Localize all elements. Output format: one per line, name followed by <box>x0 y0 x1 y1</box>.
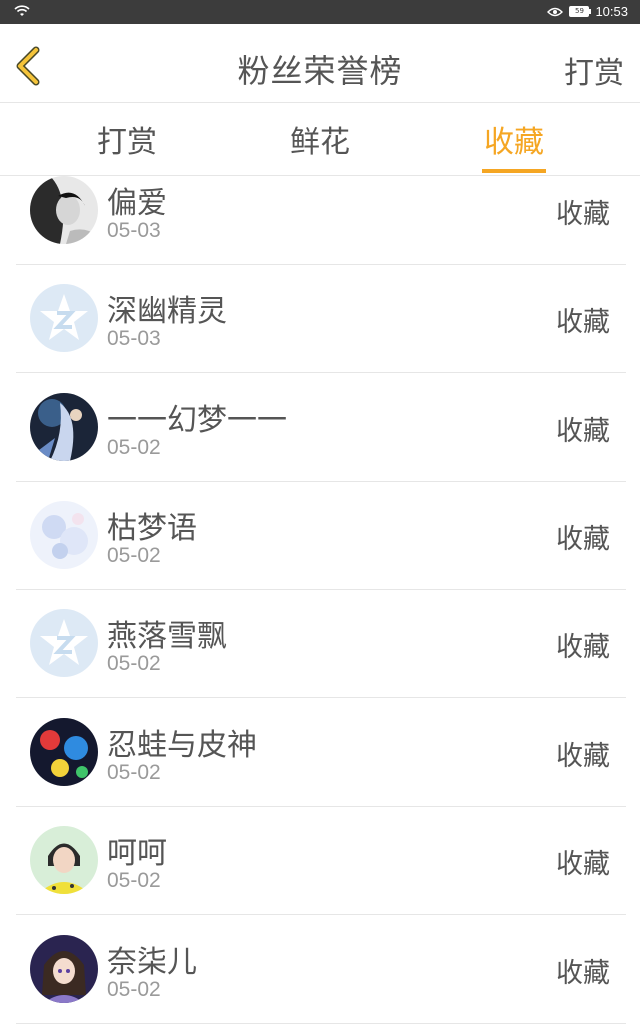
tab-label: 收藏 <box>484 125 544 160</box>
tab-label: 打赏 <box>97 125 157 160</box>
favorite-label: 收藏 <box>556 632 610 663</box>
favorite-label: 收藏 <box>556 416 610 447</box>
favorite-label: 收藏 <box>556 199 610 230</box>
fan-name: 燕落雪飘 <box>107 619 227 654</box>
fan-name: 奈柒儿 <box>107 945 197 980</box>
fan-date: 05-02 <box>107 869 161 892</box>
list-item[interactable]: 燕落雪飘 05-02 收藏 <box>16 589 626 698</box>
favorite-label: 收藏 <box>556 741 610 772</box>
tab-label: 鲜花 <box>290 125 350 160</box>
fan-date: 05-02 <box>107 436 161 459</box>
status-bar: 59 10:53 <box>0 0 640 24</box>
list-item[interactable]: 呵呵 05-02 收藏 <box>16 806 626 915</box>
favorite-label: 收藏 <box>556 849 610 880</box>
fan-date: 05-02 <box>107 761 161 784</box>
list-item[interactable]: 一一幻梦一一 05-02 收藏 <box>16 373 626 482</box>
favorite-label: 收藏 <box>556 524 610 555</box>
list-item[interactable]: 深幽精灵 05-03 收藏 <box>16 264 626 373</box>
avatar[interactable] <box>30 176 98 244</box>
tab-reward[interactable]: 打赏 <box>47 117 207 161</box>
tab-flowers[interactable]: 鲜花 <box>240 117 400 161</box>
avatar[interactable] <box>30 935 98 1003</box>
favorite-label: 收藏 <box>556 958 610 989</box>
fan-date: 05-02 <box>107 978 161 1001</box>
avatar[interactable] <box>30 718 98 786</box>
status-time: 10:53 <box>595 4 628 19</box>
tab-favorites[interactable]: 收藏 <box>434 117 594 173</box>
eye-icon <box>547 7 564 16</box>
avatar[interactable] <box>30 826 98 894</box>
fan-date: 05-02 <box>107 544 161 567</box>
avatar[interactable] <box>30 609 98 677</box>
reward-button[interactable]: 打赏 <box>564 48 624 92</box>
avatar[interactable] <box>30 393 98 461</box>
avatar[interactable] <box>30 284 98 352</box>
page-title: 粉丝荣誉榜 <box>237 52 403 90</box>
fan-date: 05-03 <box>107 219 161 242</box>
fan-date: 05-03 <box>107 327 161 350</box>
favorite-label: 收藏 <box>556 307 610 338</box>
tab-bar: 打赏 鲜花 收藏 <box>0 103 640 176</box>
avatar[interactable] <box>30 501 98 569</box>
battery-icon: 59 <box>569 6 592 17</box>
fan-name: 一一幻梦一一 <box>107 403 287 438</box>
list-item[interactable]: 奈柒儿 05-02 收藏 <box>16 915 626 1024</box>
list-item[interactable]: 偏爱 05-03 收藏 <box>16 176 626 265</box>
fan-name: 偏爱 <box>107 186 167 221</box>
header: 粉丝荣誉榜 打赏 <box>0 24 640 103</box>
fan-list: 偏爱 05-03 收藏 深幽精灵 05-03 收藏 一一幻梦一一 05-02 收… <box>0 176 640 1024</box>
fan-name: 忍蛙与皮神 <box>107 728 257 763</box>
list-item[interactable]: 忍蛙与皮神 05-02 收藏 <box>16 698 626 807</box>
list-item[interactable]: 枯梦语 05-02 收藏 <box>16 481 626 590</box>
fan-name: 深幽精灵 <box>107 294 227 329</box>
wifi-icon <box>14 5 30 16</box>
tab-active-underline <box>482 169 546 173</box>
fan-name: 呵呵 <box>107 836 167 871</box>
fan-date: 05-02 <box>107 652 161 675</box>
fan-name: 枯梦语 <box>107 511 197 546</box>
